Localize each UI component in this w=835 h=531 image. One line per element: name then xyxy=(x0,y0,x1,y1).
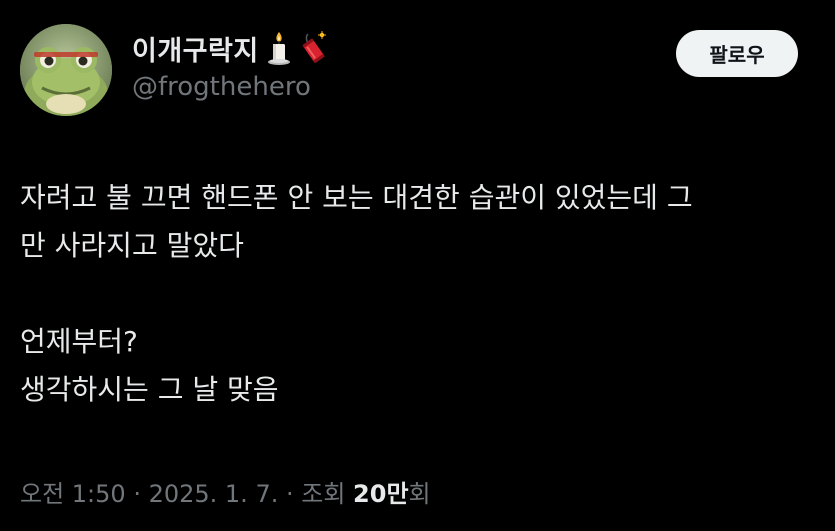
tweet-line: 생각하시는 그 날 맞음 xyxy=(20,373,279,406)
tweet: 이개구락지 @frogthehero 팔로우 자려고 불 끄면 핸드폰 안 보는… xyxy=(0,0,835,531)
author-info: 이개구락지 @frogthehero xyxy=(132,28,327,102)
firecracker-icon xyxy=(299,30,327,66)
tweet-line: 자려고 불 끄면 핸드폰 안 보는 대견한 습관이 있었는데 그 xyxy=(20,181,693,214)
tweet-paragraph: 자려고 불 끄면 핸드폰 안 보는 대견한 습관이 있었는데 그 만 사라지고 … xyxy=(20,174,820,270)
tweet-line: 만 사라지고 말았다 xyxy=(20,229,244,262)
views-label: 조회 xyxy=(301,480,346,508)
handle[interactable]: @frogthehero xyxy=(132,72,327,102)
views-suffix: 회 xyxy=(408,480,431,508)
display-name[interactable]: 이개구락지 xyxy=(132,29,259,68)
tweet-meta: 오전 1:50 · 2025. 1. 7. · 조회 20만회 xyxy=(20,474,431,509)
tweet-time[interactable]: 오전 1:50 xyxy=(20,480,126,508)
tweet-text: 자려고 불 끄면 핸드폰 안 보는 대견한 습관이 있었는데 그 만 사라지고 … xyxy=(20,174,820,414)
tweet-paragraph: 언제부터? 생각하시는 그 날 맞음 xyxy=(20,318,820,414)
meta-separator: · xyxy=(278,480,302,508)
meta-separator: · xyxy=(125,480,149,508)
tweet-date[interactable]: 2025. 1. 7. xyxy=(149,480,279,508)
avatar[interactable] xyxy=(20,24,112,116)
tweet-line: 언제부터? xyxy=(20,325,138,358)
views-count: 20만 xyxy=(353,480,409,508)
frog-avatar-icon xyxy=(20,24,112,116)
display-name-row: 이개구락지 xyxy=(132,28,327,68)
candle-icon xyxy=(265,30,293,66)
follow-button[interactable]: 팔로우 xyxy=(676,30,798,77)
